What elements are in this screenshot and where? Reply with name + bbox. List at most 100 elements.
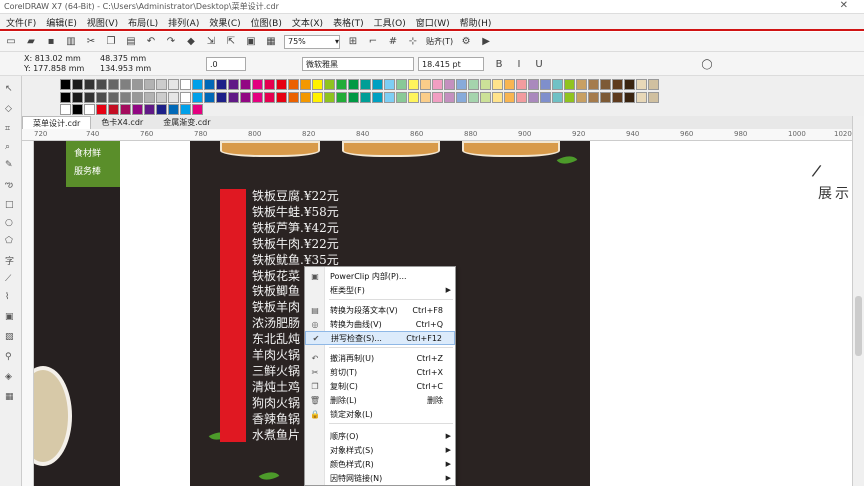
color-swatch[interactable]: [276, 92, 287, 103]
polygon-tool-icon[interactable]: ⬠: [5, 236, 17, 248]
color-swatch[interactable]: [144, 92, 155, 103]
text-tool-icon[interactable]: 字: [5, 254, 17, 267]
menu-help[interactable]: 帮助(H): [460, 16, 492, 29]
color-swatch[interactable]: [564, 79, 575, 90]
color-swatch[interactable]: [396, 92, 407, 103]
color-swatch[interactable]: [600, 79, 611, 90]
color-swatch[interactable]: [528, 79, 539, 90]
color-swatch[interactable]: [204, 79, 215, 90]
freehand-tool-icon[interactable]: ✎: [5, 160, 17, 172]
close-icon[interactable]: ✕: [840, 0, 848, 11]
color-swatch[interactable]: [612, 92, 623, 103]
color-swatch[interactable]: [588, 92, 599, 103]
menu-text[interactable]: 文本(X): [292, 16, 323, 29]
color-swatch[interactable]: [192, 104, 203, 115]
search-content-icon[interactable]: ◆: [184, 35, 198, 49]
color-swatch[interactable]: [276, 79, 287, 90]
color-swatch[interactable]: [420, 79, 431, 90]
context-menu-item[interactable]: ❐ 复制(C) Ctrl+C: [305, 379, 455, 393]
color-swatch[interactable]: [96, 104, 107, 115]
color-swatch[interactable]: [144, 79, 155, 90]
color-swatch[interactable]: [372, 92, 383, 103]
interactive-fill-icon[interactable]: ◈: [5, 372, 17, 384]
color-swatch[interactable]: [108, 104, 119, 115]
redo-icon[interactable]: ↷: [164, 35, 178, 49]
color-swatch[interactable]: [444, 79, 455, 90]
color-swatch[interactable]: [300, 92, 311, 103]
menu-table[interactable]: 表格(T): [333, 16, 364, 29]
app-launcher-icon[interactable]: ▦: [264, 35, 278, 49]
color-swatch[interactable]: [480, 79, 491, 90]
color-swatch[interactable]: [348, 92, 359, 103]
launch-icon[interactable]: ▶: [479, 35, 493, 49]
font-size-select[interactable]: 18.415 pt: [418, 57, 484, 71]
new-file-icon[interactable]: ▭: [4, 35, 18, 49]
color-swatch[interactable]: [504, 79, 515, 90]
menu-edit[interactable]: 编辑(E): [46, 16, 77, 29]
color-swatch[interactable]: [516, 79, 527, 90]
color-swatch[interactable]: [228, 79, 239, 90]
color-swatch[interactable]: [96, 92, 107, 103]
color-swatch[interactable]: [600, 92, 611, 103]
menu-tools[interactable]: 工具(O): [374, 16, 406, 29]
cut-icon[interactable]: ✂: [84, 35, 98, 49]
artistic-media-icon[interactable]: ఌ: [5, 180, 17, 192]
color-swatch[interactable]: [324, 79, 335, 90]
underline-icon[interactable]: U: [532, 57, 546, 71]
show-rulers-icon[interactable]: ⌐: [366, 35, 380, 49]
options-icon[interactable]: ⚙: [459, 35, 473, 49]
color-swatch[interactable]: [408, 79, 419, 90]
context-menu-item[interactable]: 颜色样式(R) ▶: [305, 457, 455, 471]
color-swatch[interactable]: [528, 92, 539, 103]
color-swatch[interactable]: [156, 104, 167, 115]
pick-tool-icon[interactable]: ↖: [5, 84, 17, 96]
bold-icon[interactable]: B: [492, 57, 506, 71]
color-swatch[interactable]: [180, 104, 191, 115]
crop-tool-icon[interactable]: ⌗: [5, 124, 17, 136]
color-swatch[interactable]: [552, 92, 563, 103]
color-swatch[interactable]: [168, 92, 179, 103]
color-swatch[interactable]: [384, 92, 395, 103]
tab-color-card[interactable]: 色卡X4.cdr: [91, 116, 153, 129]
menu-arrange[interactable]: 排列(A): [168, 16, 199, 29]
color-swatch[interactable]: [192, 79, 203, 90]
color-swatch[interactable]: [492, 79, 503, 90]
shape-tool-icon[interactable]: ◇: [5, 104, 17, 116]
color-swatch[interactable]: [588, 79, 599, 90]
menu-bitmaps[interactable]: 位图(B): [251, 16, 282, 29]
color-swatch[interactable]: [96, 79, 107, 90]
menu-effects[interactable]: 效果(C): [209, 16, 240, 29]
color-swatch[interactable]: [132, 92, 143, 103]
context-menu-item[interactable]: ✔ 拼写检查(S)... Ctrl+F12: [305, 331, 455, 345]
color-swatch[interactable]: [516, 92, 527, 103]
color-swatch[interactable]: [348, 79, 359, 90]
color-swatch[interactable]: [648, 79, 659, 90]
color-swatch[interactable]: [168, 104, 179, 115]
color-swatch[interactable]: [84, 79, 95, 90]
color-swatch[interactable]: [168, 79, 179, 90]
color-swatch[interactable]: [492, 92, 503, 103]
color-swatch[interactable]: [120, 92, 131, 103]
color-swatch[interactable]: [336, 79, 347, 90]
color-swatch[interactable]: [108, 92, 119, 103]
color-swatch[interactable]: [576, 79, 587, 90]
color-swatch[interactable]: [636, 92, 647, 103]
x-position-field[interactable]: X: 813.02 mm: [24, 54, 81, 63]
ellipse-tool-icon[interactable]: ○: [5, 218, 17, 230]
color-swatch[interactable]: [540, 92, 551, 103]
color-swatch[interactable]: [84, 104, 95, 115]
color-swatch[interactable]: [156, 79, 167, 90]
color-swatch[interactable]: [240, 79, 251, 90]
color-swatch[interactable]: [624, 79, 635, 90]
color-swatch[interactable]: [228, 92, 239, 103]
color-swatch[interactable]: [324, 92, 335, 103]
color-swatch[interactable]: [132, 104, 143, 115]
color-swatch[interactable]: [252, 79, 263, 90]
color-swatch[interactable]: [180, 92, 191, 103]
color-swatch[interactable]: [648, 92, 659, 103]
print-icon[interactable]: ▥: [64, 35, 78, 49]
color-swatch[interactable]: [60, 79, 71, 90]
color-swatch[interactable]: [432, 79, 443, 90]
context-menu-item[interactable]: ✂ 剪切(T) Ctrl+X: [305, 365, 455, 379]
italic-icon[interactable]: I: [512, 57, 526, 71]
